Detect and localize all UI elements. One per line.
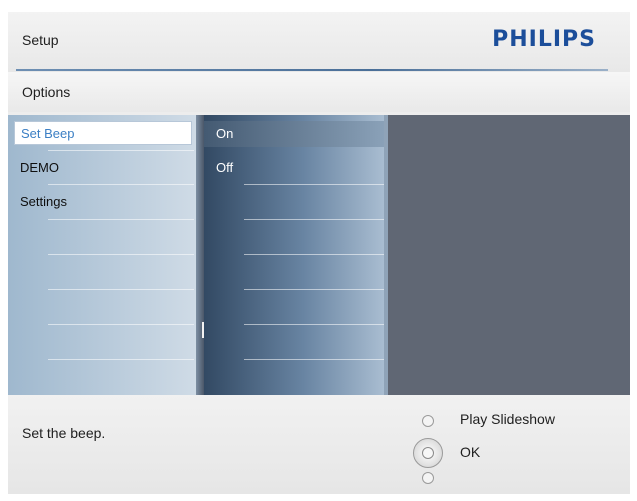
up-dot-icon[interactable] [422,415,434,427]
brand-logo: PHILIPS [492,27,596,52]
row-divider [48,184,194,185]
footer-bar [8,395,630,494]
row-divider [48,150,194,151]
header-divider [16,69,608,71]
play-slideshow-label: Play Slideshow [460,411,555,427]
row-divider [244,324,384,325]
header-bar: Setup PHILIPS [8,12,630,72]
option-off[interactable]: Off [216,157,233,179]
menu-column: Set Beep DEMO Settings [8,115,196,395]
section-bar [8,72,630,112]
row-divider [48,289,194,290]
row-divider [244,289,384,290]
row-divider [48,254,194,255]
row-divider [244,184,384,185]
menu-item-set-beep[interactable]: Set Beep [14,121,192,145]
row-divider [48,324,194,325]
row-divider [48,219,194,220]
column-separator [196,115,204,395]
photo-frame-screen: Setup PHILIPS Options Set Beep DEMO Sett… [8,12,630,494]
menu-item-settings[interactable]: Settings [20,190,67,214]
menu-panel: Set Beep DEMO Settings On Off [8,115,630,395]
row-divider [244,359,384,360]
help-text: Set the beep. [22,425,106,441]
section-title: Options [22,84,71,100]
option-on[interactable]: On [216,123,233,145]
row-divider [48,359,194,360]
screen-title: Setup [22,32,59,48]
ok-dial-icon[interactable] [413,438,443,468]
preview-column [388,115,630,395]
row-divider [244,219,384,220]
ok-center-icon[interactable] [422,447,434,459]
down-dot-icon[interactable] [422,472,434,484]
menu-item-demo[interactable]: DEMO [20,156,59,180]
ok-label: OK [460,444,481,460]
scroll-indicator [202,322,204,338]
row-divider [244,254,384,255]
